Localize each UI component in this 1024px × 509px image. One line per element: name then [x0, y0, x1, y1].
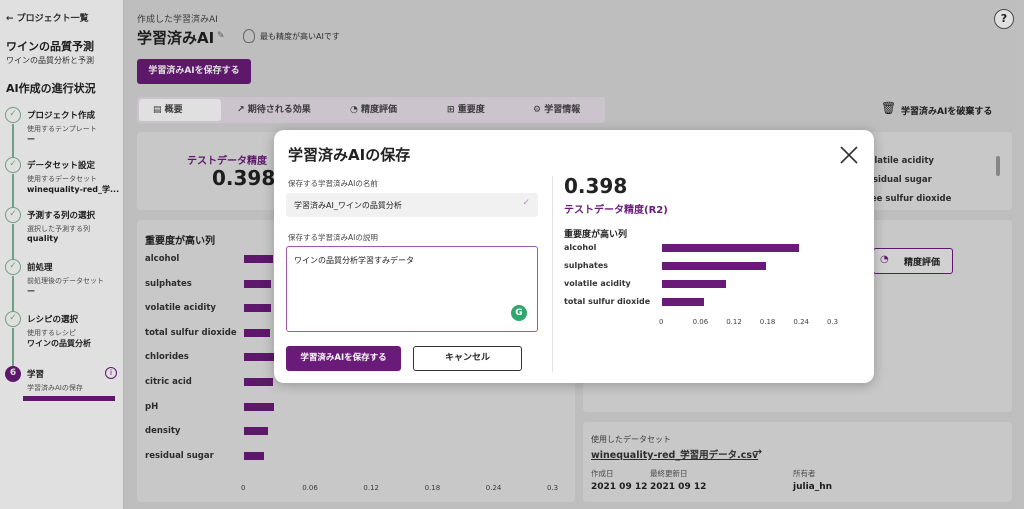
- grammar-assistant-icon[interactable]: G: [511, 305, 527, 321]
- chart-category-label: sulphates: [564, 261, 609, 270]
- chart-tick-label: 0.18: [759, 318, 776, 326]
- name-input[interactable]: 学習済みAI_ワインの品質分析 ✓: [286, 193, 538, 217]
- modal-cancel-button[interactable]: キャンセル: [413, 346, 522, 371]
- chart-bar: [662, 298, 704, 306]
- chart-tick-label: 0.06: [692, 318, 709, 326]
- modal-save-button[interactable]: 学習済みAIを保存する: [286, 346, 401, 371]
- chart-category-label: alcohol: [564, 243, 597, 252]
- chart-bar: [662, 262, 766, 270]
- save-ai-modal: 学習済みAIの保存 保存する学習済みAIの名前 学習済みAI_ワインの品質分析 …: [274, 130, 874, 383]
- chart-bar: [662, 280, 727, 288]
- modal-score: 0.398: [564, 174, 628, 198]
- chart-tick-label: 0.3: [827, 318, 839, 326]
- check-icon: ✓: [522, 198, 530, 208]
- chart-tick-label: 0: [659, 318, 664, 326]
- modal-divider: [552, 176, 553, 372]
- chart-category-label: volatile acidity: [564, 279, 631, 288]
- name-input-value: 学習済みAI_ワインの品質分析: [294, 201, 402, 210]
- description-textarea[interactable]: ワインの品質分析学習すみデータ G: [286, 246, 538, 332]
- chart-bar: [662, 244, 800, 252]
- description-label: 保存する学習済みAIの説明: [288, 233, 378, 242]
- close-icon[interactable]: [838, 144, 860, 166]
- chart-category-label: total sulfur dioxide: [564, 297, 651, 306]
- modal-score-label: テストデータ精度(R2): [564, 205, 668, 216]
- modal-title: 学習済みAIの保存: [288, 146, 411, 164]
- chart-tick-label: 0.12: [726, 318, 742, 326]
- description-value: ワインの品質分析学習すみデータ: [294, 256, 414, 265]
- chart-tick-label: 0.24: [793, 318, 809, 326]
- modal-chart-title: 重要度が高い列: [564, 230, 628, 240]
- name-label: 保存する学習済みAIの名前: [288, 179, 378, 188]
